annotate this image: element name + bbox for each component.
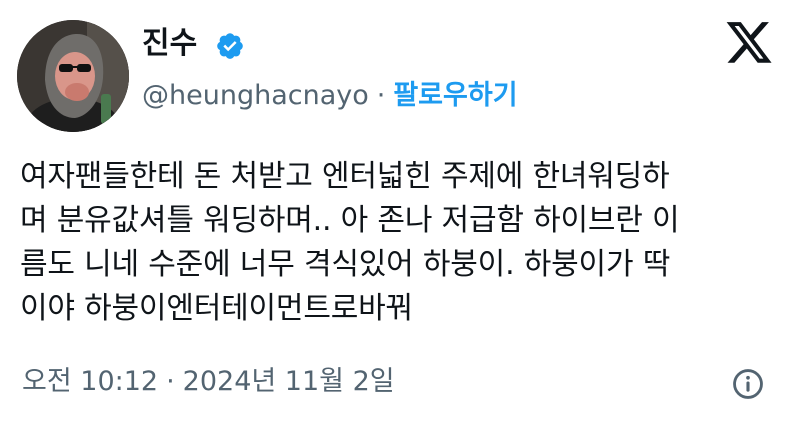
verified-badge-icon [217, 33, 243, 59]
user-handle[interactable]: @heunghacnayo [142, 80, 369, 111]
x-logo-icon[interactable] [724, 22, 774, 68]
tweet-date: 2024년 11월 2일 [182, 366, 395, 397]
avatar-image [17, 20, 129, 132]
tweet-timestamp[interactable]: 오전 10:12 · 2024년 11월 2일 [22, 362, 395, 402]
tweet-text-line: 이야 하붕이엔터테이먼트로바꿔 [20, 291, 413, 326]
timestamp-separator: · [166, 366, 175, 397]
tweet-text-line: 름도 니네 수준에 너무 격식있어 하붕이. 하붕이가 딱 [20, 247, 671, 282]
tweet-text-line: 며 분유값셔틀 워딩하며.. 아 존나 저급함 하이브란 이 [20, 203, 680, 238]
handle-separator: · [376, 80, 386, 111]
info-icon[interactable] [731, 367, 765, 401]
tweet-time: 오전 10:12 [22, 366, 159, 397]
handle-row: @heunghacnayo · 팔로우하기 [142, 76, 518, 116]
avatar[interactable] [17, 20, 129, 132]
display-name[interactable]: 진수 [142, 22, 197, 66]
tweet-text: 여자팬들한테 돈 처받고 엔터넓힌 주제에 한녀워딩하 며 분유값셔틀 워딩하며… [20, 155, 790, 331]
tweet-text-line: 여자팬들한테 돈 처받고 엔터넓힌 주제에 한녀워딩하 [20, 159, 670, 194]
follow-button[interactable]: 팔로우하기 [393, 80, 517, 111]
